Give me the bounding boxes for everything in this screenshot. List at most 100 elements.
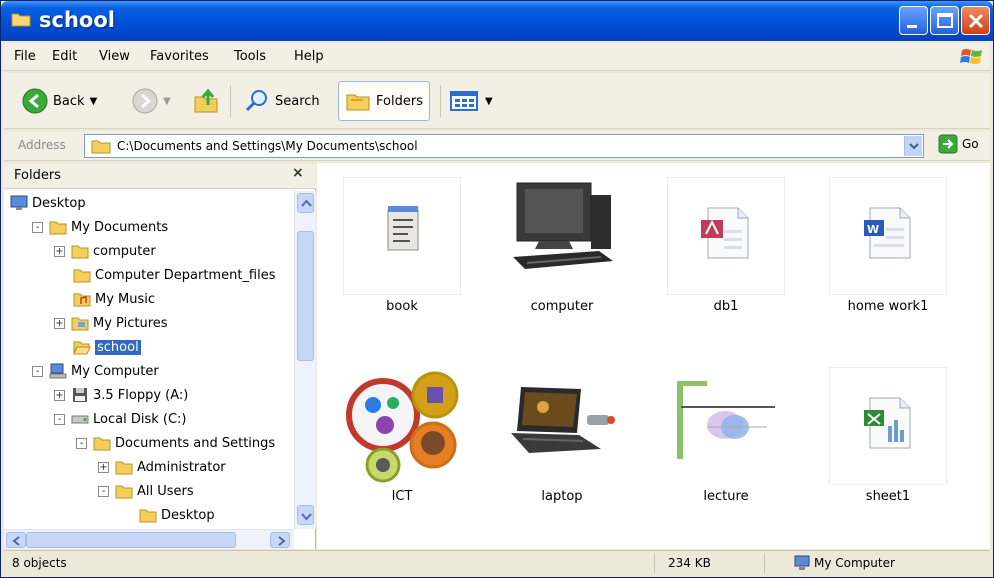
collapse-icon[interactable]: - [76, 437, 87, 449]
file-item[interactable]: laptop [491, 359, 631, 539]
disk-icon [71, 411, 89, 427]
menu-bar: File Edit View Favorites Tools Help [4, 43, 990, 71]
chevron-down-icon[interactable]: ▼ [90, 96, 98, 107]
tree-item[interactable]: Desktop [120, 503, 215, 527]
file-name: lecture [703, 489, 749, 504]
toolbar-separator [440, 85, 441, 117]
status-location-label: My Computer [814, 556, 895, 570]
address-label: Address [18, 138, 66, 152]
tree-item[interactable]: - My Computer [32, 359, 159, 383]
menu-tools[interactable]: Tools [234, 49, 266, 64]
computer-icon [794, 555, 810, 570]
close-icon[interactable]: × [292, 165, 304, 181]
folder-tree: Desktop - My Documents + computer Computer De… [4, 191, 294, 529]
floppy-icon [71, 387, 89, 403]
search-button[interactable]: Search [244, 81, 320, 121]
status-size: 234 KB [668, 556, 711, 570]
back-arrow-icon [22, 88, 48, 114]
tree-item-label: My Music [95, 291, 156, 307]
menu-edit[interactable]: Edit [52, 49, 77, 64]
folder-icon [91, 138, 111, 158]
tree-item[interactable]: Desktop [10, 191, 86, 215]
go-button[interactable]: Go [938, 134, 979, 154]
file-item[interactable]: computer [491, 169, 631, 349]
scroll-down-button[interactable] [297, 505, 314, 525]
file-item[interactable]: book [331, 169, 471, 349]
file-name: ICT [391, 489, 413, 504]
address-input[interactable]: C:\Documents and Settings\My Documents\s… [84, 134, 924, 158]
forward-button[interactable]: ▼ [132, 81, 171, 121]
folder-icon [11, 11, 31, 27]
computer-icon [49, 363, 67, 379]
window-title: school [39, 8, 115, 32]
vertical-scrollbar[interactable] [294, 191, 316, 529]
file-item[interactable]: W home work1 [817, 169, 957, 349]
collapse-icon[interactable]: - [32, 365, 43, 377]
up-folder-button[interactable] [192, 81, 220, 121]
tree-item[interactable]: - All Users [98, 479, 194, 503]
tree-item[interactable]: - Documents and Settings [76, 431, 275, 455]
close-button[interactable] [961, 6, 990, 35]
tree-item[interactable]: Computer Department_files [54, 263, 276, 287]
views-button[interactable]: ▼ [450, 81, 493, 121]
tree-item-label: Local Disk (C:) [93, 411, 187, 427]
access-database-icon [667, 177, 785, 295]
folders-button[interactable]: Folders [338, 81, 430, 121]
views-grid-icon [450, 91, 478, 111]
file-item[interactable]: lecture [655, 359, 795, 539]
tree-item-label: All Users [137, 483, 194, 499]
file-item[interactable]: sheet1 [817, 359, 957, 539]
tree-item[interactable]: + Administrator [98, 455, 226, 479]
expand-icon[interactable]: + [54, 245, 65, 257]
tree-item[interactable]: + computer [54, 239, 156, 263]
maximize-button[interactable] [930, 6, 959, 35]
tree-item[interactable]: - My Documents [32, 215, 168, 239]
toolbar: Back ▼ ▼ Search Folders ▼ [4, 73, 990, 129]
file-item[interactable]: ICT [331, 359, 471, 539]
up-folder-icon [194, 88, 218, 113]
chevron-down-icon [909, 143, 919, 150]
menu-view[interactable]: View [99, 49, 130, 64]
collapse-icon[interactable]: - [98, 485, 109, 497]
expand-icon[interactable]: + [54, 389, 65, 401]
back-button[interactable]: Back ▼ [22, 81, 97, 121]
file-name: laptop [541, 489, 583, 504]
tree-item[interactable]: - Local Disk (C:) [54, 407, 186, 431]
status-divider [764, 553, 765, 573]
scroll-right-button[interactable] [270, 532, 290, 548]
address-dropdown-button[interactable] [904, 136, 922, 156]
menu-favorites[interactable]: Favorites [150, 49, 209, 64]
collapse-icon[interactable]: - [32, 221, 43, 233]
tree-item-label: Desktop [32, 195, 86, 211]
chevron-down-icon[interactable]: ▼ [485, 96, 493, 107]
scrollbar-thumb[interactable] [26, 532, 236, 548]
folders-pane-header: Folders × [4, 163, 316, 189]
menu-help[interactable]: Help [294, 49, 324, 64]
music-folder-icon [73, 291, 91, 307]
collapse-icon[interactable]: - [54, 413, 65, 425]
scroll-left-button[interactable] [6, 532, 26, 548]
go-arrow-icon [938, 134, 958, 154]
computer-photo-icon [503, 177, 621, 295]
tree-item[interactable]: My Music [54, 287, 155, 311]
minimize-button[interactable] [899, 6, 928, 35]
tree-item[interactable]: school [54, 335, 141, 359]
scroll-up-button[interactable] [297, 193, 314, 213]
tree-item[interactable]: +3.5 Floppy (A:) [54, 383, 188, 407]
presentation-icon [667, 367, 785, 485]
folders-label: Folders [376, 93, 423, 109]
title-bar[interactable]: school [1, 1, 993, 41]
chevron-down-icon[interactable]: ▼ [163, 96, 171, 107]
expand-icon[interactable]: + [98, 461, 109, 473]
horizontal-scrollbar[interactable] [4, 529, 294, 549]
file-name: computer [530, 299, 594, 314]
tree-item[interactable]: + My Pictures [54, 311, 168, 335]
menu-file[interactable]: File [14, 49, 36, 64]
search-icon [245, 90, 267, 112]
file-item[interactable]: db1 [655, 169, 795, 349]
expand-icon[interactable]: + [54, 317, 65, 329]
scrollbar-thumb[interactable] [297, 231, 314, 361]
folder-icon [139, 507, 157, 523]
tree-item-label: Desktop [161, 507, 215, 523]
folder-icon [115, 459, 133, 475]
